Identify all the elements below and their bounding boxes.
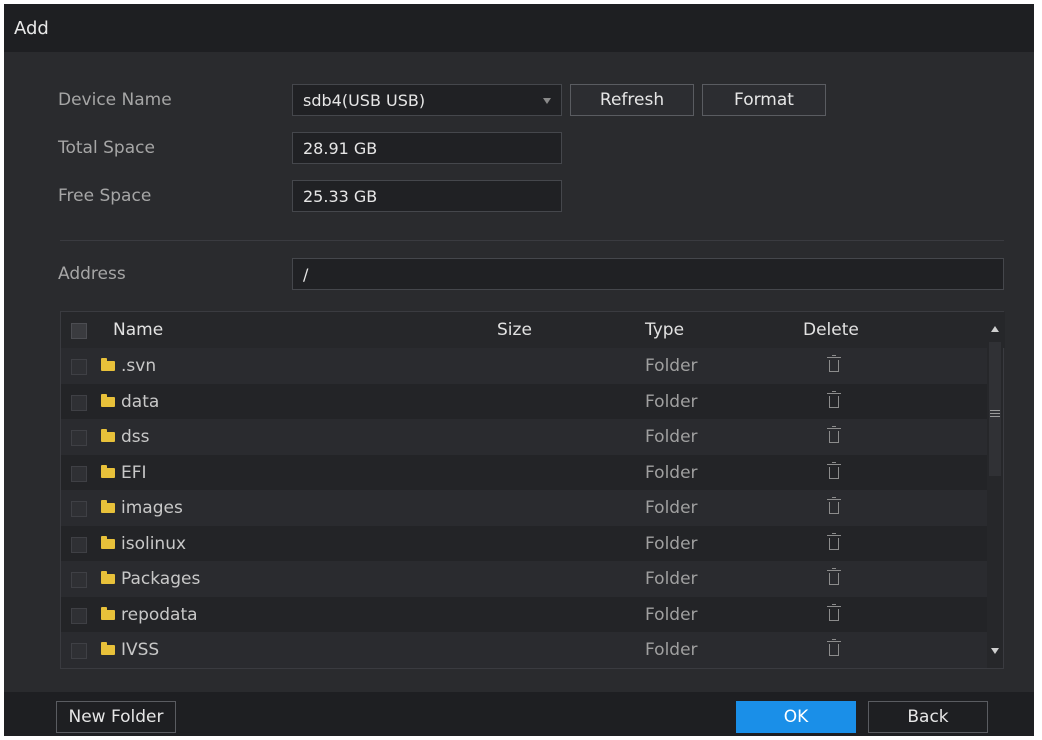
row-checkbox[interactable]: [71, 572, 87, 588]
trash-icon[interactable]: [827, 461, 841, 479]
scrollbar[interactable]: [987, 312, 1003, 668]
file-name: IVSS: [121, 640, 160, 660]
table-row[interactable]: repodata Folder: [61, 597, 987, 633]
scroll-up-icon[interactable]: [991, 326, 999, 332]
folder-icon: [101, 606, 115, 620]
row-checkbox[interactable]: [71, 430, 87, 446]
table-row[interactable]: dss Folder: [61, 419, 987, 455]
column-size: Size: [497, 320, 532, 340]
free-space-field: 25.33 GB: [292, 180, 562, 212]
grip-icon: [990, 410, 1000, 417]
address-value: /: [303, 265, 309, 284]
column-type: Type: [645, 320, 685, 340]
free-space-label: Free Space: [58, 186, 152, 206]
file-type: Folder: [645, 533, 698, 554]
chevron-down-icon: [543, 98, 551, 104]
row-checkbox[interactable]: [71, 394, 87, 411]
row-checkbox[interactable]: [71, 501, 87, 517]
table-row[interactable]: .svn Folder: [61, 348, 987, 384]
column-delete: Delete: [803, 320, 859, 340]
file-type: Folder: [645, 356, 698, 376]
table-row[interactable]: images Folder: [61, 490, 987, 526]
file-table: Name Size Type Delete .svn Folder data Fold…: [60, 311, 1005, 669]
table-row[interactable]: EFI Folder: [61, 455, 987, 491]
folder-icon: [101, 464, 115, 478]
file-type: Folder: [645, 391, 698, 412]
row-checkbox[interactable]: [71, 607, 87, 624]
file-name: .svn: [121, 356, 157, 376]
new-folder-button[interactable]: New Folder: [56, 701, 176, 733]
device-name-label: Device Name: [58, 90, 172, 110]
row-checkbox[interactable]: [71, 643, 87, 659]
table-body: .svn Folder data Folder dss Folder EFI Folder im…: [61, 348, 987, 668]
file-type: Folder: [645, 640, 698, 660]
trash-icon[interactable]: [827, 639, 841, 656]
trash-icon[interactable]: [827, 390, 841, 408]
file-name: Packages: [121, 569, 201, 589]
folder-icon: [101, 429, 115, 442]
address-label: Address: [58, 264, 126, 284]
file-name: data: [121, 391, 160, 412]
file-type: Folder: [645, 604, 698, 625]
total-space-field: 28.91 GB: [292, 132, 562, 164]
address-input[interactable]: /: [292, 258, 1004, 290]
trash-icon[interactable]: [827, 603, 841, 621]
dialog-title: Add: [14, 18, 49, 39]
select-all-checkbox[interactable]: [71, 323, 87, 339]
free-space-value: 25.33 GB: [303, 187, 378, 206]
section-divider: [60, 240, 1004, 241]
row-checkbox[interactable]: [71, 359, 87, 375]
device-name-select[interactable]: sdb4(USB USB): [292, 84, 562, 116]
trash-icon[interactable]: [827, 568, 841, 585]
table-row[interactable]: isolinux Folder: [61, 526, 987, 562]
folder-icon: [101, 393, 115, 407]
ok-button[interactable]: OK: [736, 701, 856, 733]
scroll-down-icon[interactable]: [991, 648, 999, 654]
table-row[interactable]: IVSS Folder: [61, 632, 987, 668]
file-name: images: [121, 498, 183, 518]
folder-icon: [101, 358, 115, 371]
trash-icon[interactable]: [827, 532, 841, 550]
refresh-button[interactable]: Refresh: [570, 84, 694, 116]
table-row[interactable]: Packages Folder: [61, 561, 987, 597]
file-name: isolinux: [121, 533, 187, 554]
folder-icon: [101, 500, 115, 513]
add-dialog: Add Device Name sdb4(USB USB) Refresh Fo…: [4, 4, 1034, 736]
back-button[interactable]: Back: [868, 701, 988, 733]
trash-icon[interactable]: [827, 355, 841, 372]
file-name: EFI: [121, 462, 147, 483]
total-space-value: 28.91 GB: [303, 139, 378, 158]
table-header: Name Size Type Delete: [61, 312, 1005, 348]
format-button[interactable]: Format: [702, 84, 826, 116]
row-checkbox[interactable]: [71, 465, 87, 482]
file-type: Folder: [645, 498, 698, 518]
file-type: Folder: [645, 569, 698, 589]
device-name-value: sdb4(USB USB): [303, 91, 426, 110]
trash-icon[interactable]: [827, 426, 841, 443]
file-type: Folder: [645, 427, 698, 447]
folder-icon: [101, 642, 115, 655]
trash-icon[interactable]: [827, 497, 841, 514]
file-name: repodata: [121, 604, 198, 625]
row-checkbox[interactable]: [71, 536, 87, 553]
folder-icon: [101, 571, 115, 584]
total-space-label: Total Space: [58, 138, 155, 158]
folder-icon: [101, 535, 115, 549]
table-row[interactable]: data Folder: [61, 384, 987, 420]
column-name: Name: [113, 320, 164, 340]
file-name: dss: [121, 427, 150, 447]
title-bar: Add: [4, 4, 1034, 52]
scrollbar-thumb[interactable]: [989, 342, 1001, 476]
file-type: Folder: [645, 462, 698, 483]
